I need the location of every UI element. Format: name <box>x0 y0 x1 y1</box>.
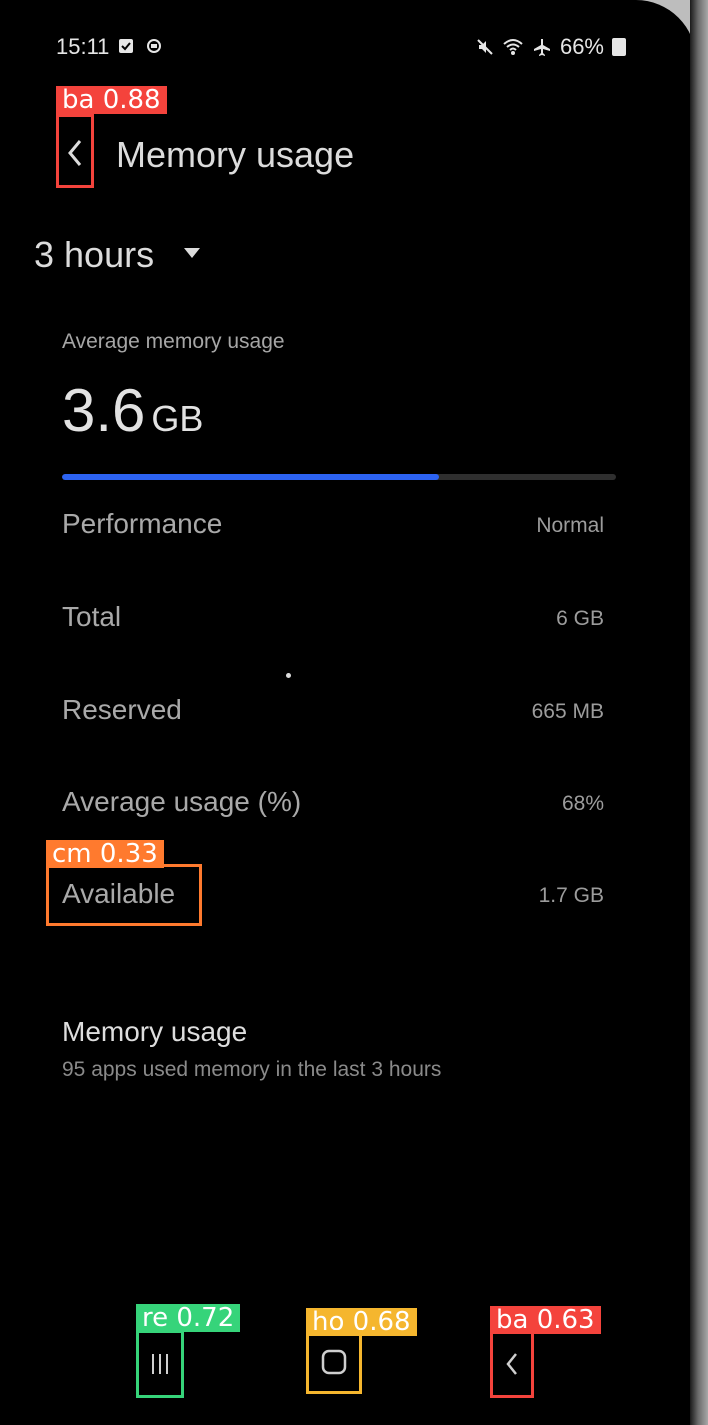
memory-usage-bar <box>62 474 616 480</box>
phone-screen: 15:11 66% ba 0.88 Memory usage 3 hours A… <box>0 0 696 1425</box>
page-title: Memory usage <box>116 134 355 175</box>
nav-back-button[interactable] <box>490 1330 534 1398</box>
device-edge <box>690 0 708 1425</box>
status-bar: 15:11 66% <box>56 34 626 64</box>
detail-value: 665 MB <box>531 700 604 723</box>
airplane-icon <box>533 39 550 56</box>
memory-usage-section-subtitle: 95 apps used memory in the last 3 hours <box>62 1058 442 1081</box>
average-memory-number: 3.6 <box>62 377 146 444</box>
detail-value: 68% <box>561 792 604 815</box>
detail-row-performance: Performance Normal <box>62 508 604 548</box>
detail-value: 1.7 GB <box>538 884 604 907</box>
status-time: 15:11 <box>56 34 110 59</box>
chevron-left-icon <box>68 140 82 166</box>
home-button[interactable] <box>306 1330 362 1394</box>
detail-row-total: Total 6 GB <box>62 601 604 641</box>
detail-value: Normal <box>536 514 604 537</box>
average-memory-label: Average memory usage <box>62 330 285 353</box>
battery-icon <box>612 38 626 56</box>
memory-usage-bar-fill <box>62 474 439 480</box>
detail-value: 6 GB <box>556 607 604 630</box>
back-icon <box>506 1353 517 1375</box>
recent-apps-icon <box>152 1354 168 1374</box>
caret-down-icon[interactable] <box>184 248 200 258</box>
memory-usage-section-title[interactable]: Memory usage <box>62 1016 247 1048</box>
touch-dot <box>286 673 291 678</box>
title-bar: Memory usage <box>0 110 696 190</box>
detail-label: Average usage (%) <box>62 786 302 817</box>
detail-label: Total <box>62 601 122 632</box>
checkbox-icon <box>119 39 133 53</box>
average-memory-value: 3.6 GB <box>62 376 203 445</box>
detail-label: Reserved <box>62 694 182 725</box>
wifi-icon <box>503 39 523 55</box>
detail-label: Available <box>62 878 176 909</box>
detail-label: Performance <box>62 508 223 539</box>
back-button[interactable] <box>56 114 94 188</box>
detail-row-reserved: Reserved 665 MB <box>62 694 604 734</box>
detection-label-recent: re 0.72 <box>136 1304 241 1332</box>
status-right: 66% <box>476 34 626 60</box>
recent-apps-button[interactable] <box>136 1330 184 1398</box>
battery-percent: 66% <box>559 34 604 59</box>
detail-row-available: Available 1.7 GB <box>62 878 604 918</box>
average-memory-unit: GB <box>151 398 204 439</box>
period-dropdown[interactable]: 3 hours <box>34 234 154 276</box>
detail-row-average-usage: Average usage (%) 68% <box>62 786 604 826</box>
mute-icon <box>477 39 493 55</box>
home-icon <box>321 1349 347 1375</box>
circle-icon <box>147 39 161 53</box>
